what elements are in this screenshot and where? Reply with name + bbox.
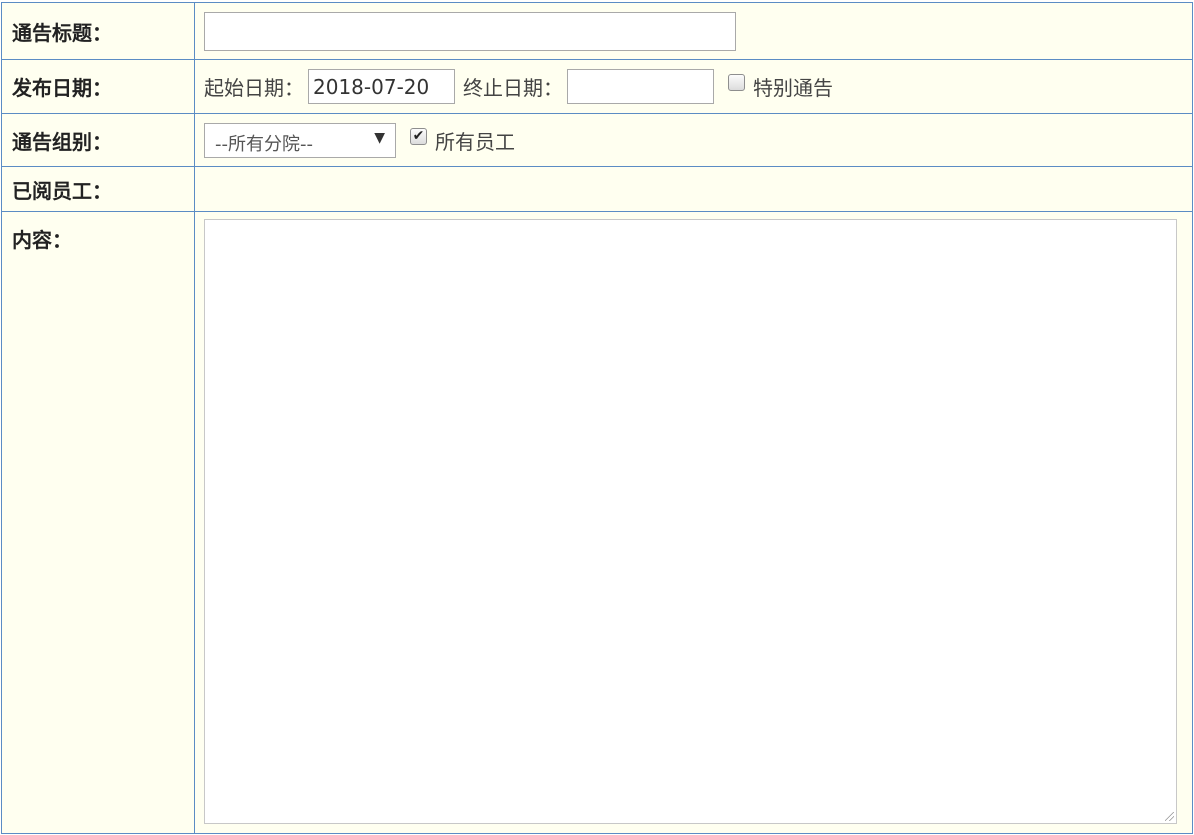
content-cell — [194, 211, 1193, 834]
special-notice-label[interactable]: 特别通告 — [753, 72, 833, 101]
title-cell — [194, 2, 1193, 60]
read-staff-cell — [194, 166, 1193, 212]
group-row: 通告组别： --所有分院-- ▼ ✔ 所有员工 — [1, 113, 1193, 167]
content-row: 内容： — [1, 211, 1193, 834]
content-textarea[interactable] — [204, 219, 1177, 824]
chevron-down-icon: ▼ — [374, 129, 385, 146]
end-date-label: 终止日期： — [463, 76, 563, 100]
end-date-input[interactable] — [567, 69, 714, 104]
all-staff-label[interactable]: 所有员工 — [435, 126, 515, 155]
date-row: 发布日期： 起始日期： 终止日期： 特别通告 — [1, 59, 1193, 114]
title-label: 通告标题： — [1, 2, 195, 60]
special-notice-checkbox[interactable] — [728, 74, 745, 91]
start-date-input[interactable] — [308, 69, 455, 104]
group-label: 通告组别： — [1, 113, 195, 167]
group-cell: --所有分院-- ▼ ✔ 所有员工 — [194, 113, 1193, 167]
notice-form: 通告标题： 发布日期： 起始日期： 终止日期： 特别通告 通告组别： --所有分院-… — [1, 2, 1193, 834]
read-staff-label: 已阅员工： — [1, 166, 195, 212]
checkmark-icon: ✔ — [412, 127, 425, 144]
title-row: 通告标题： — [1, 2, 1193, 60]
branch-select-value: --所有分院-- — [215, 133, 313, 155]
start-date-label: 起始日期： — [204, 76, 304, 100]
date-label: 发布日期： — [1, 59, 195, 114]
date-cell: 起始日期： 终止日期： 特别通告 — [194, 59, 1193, 114]
branch-select[interactable]: --所有分院-- ▼ — [204, 122, 396, 158]
all-staff-checkbox[interactable]: ✔ — [410, 127, 427, 145]
title-input[interactable] — [204, 11, 736, 51]
read-row: 已阅员工： — [1, 166, 1193, 212]
content-label: 内容： — [1, 211, 195, 834]
resize-grip-icon[interactable] — [1165, 812, 1174, 821]
